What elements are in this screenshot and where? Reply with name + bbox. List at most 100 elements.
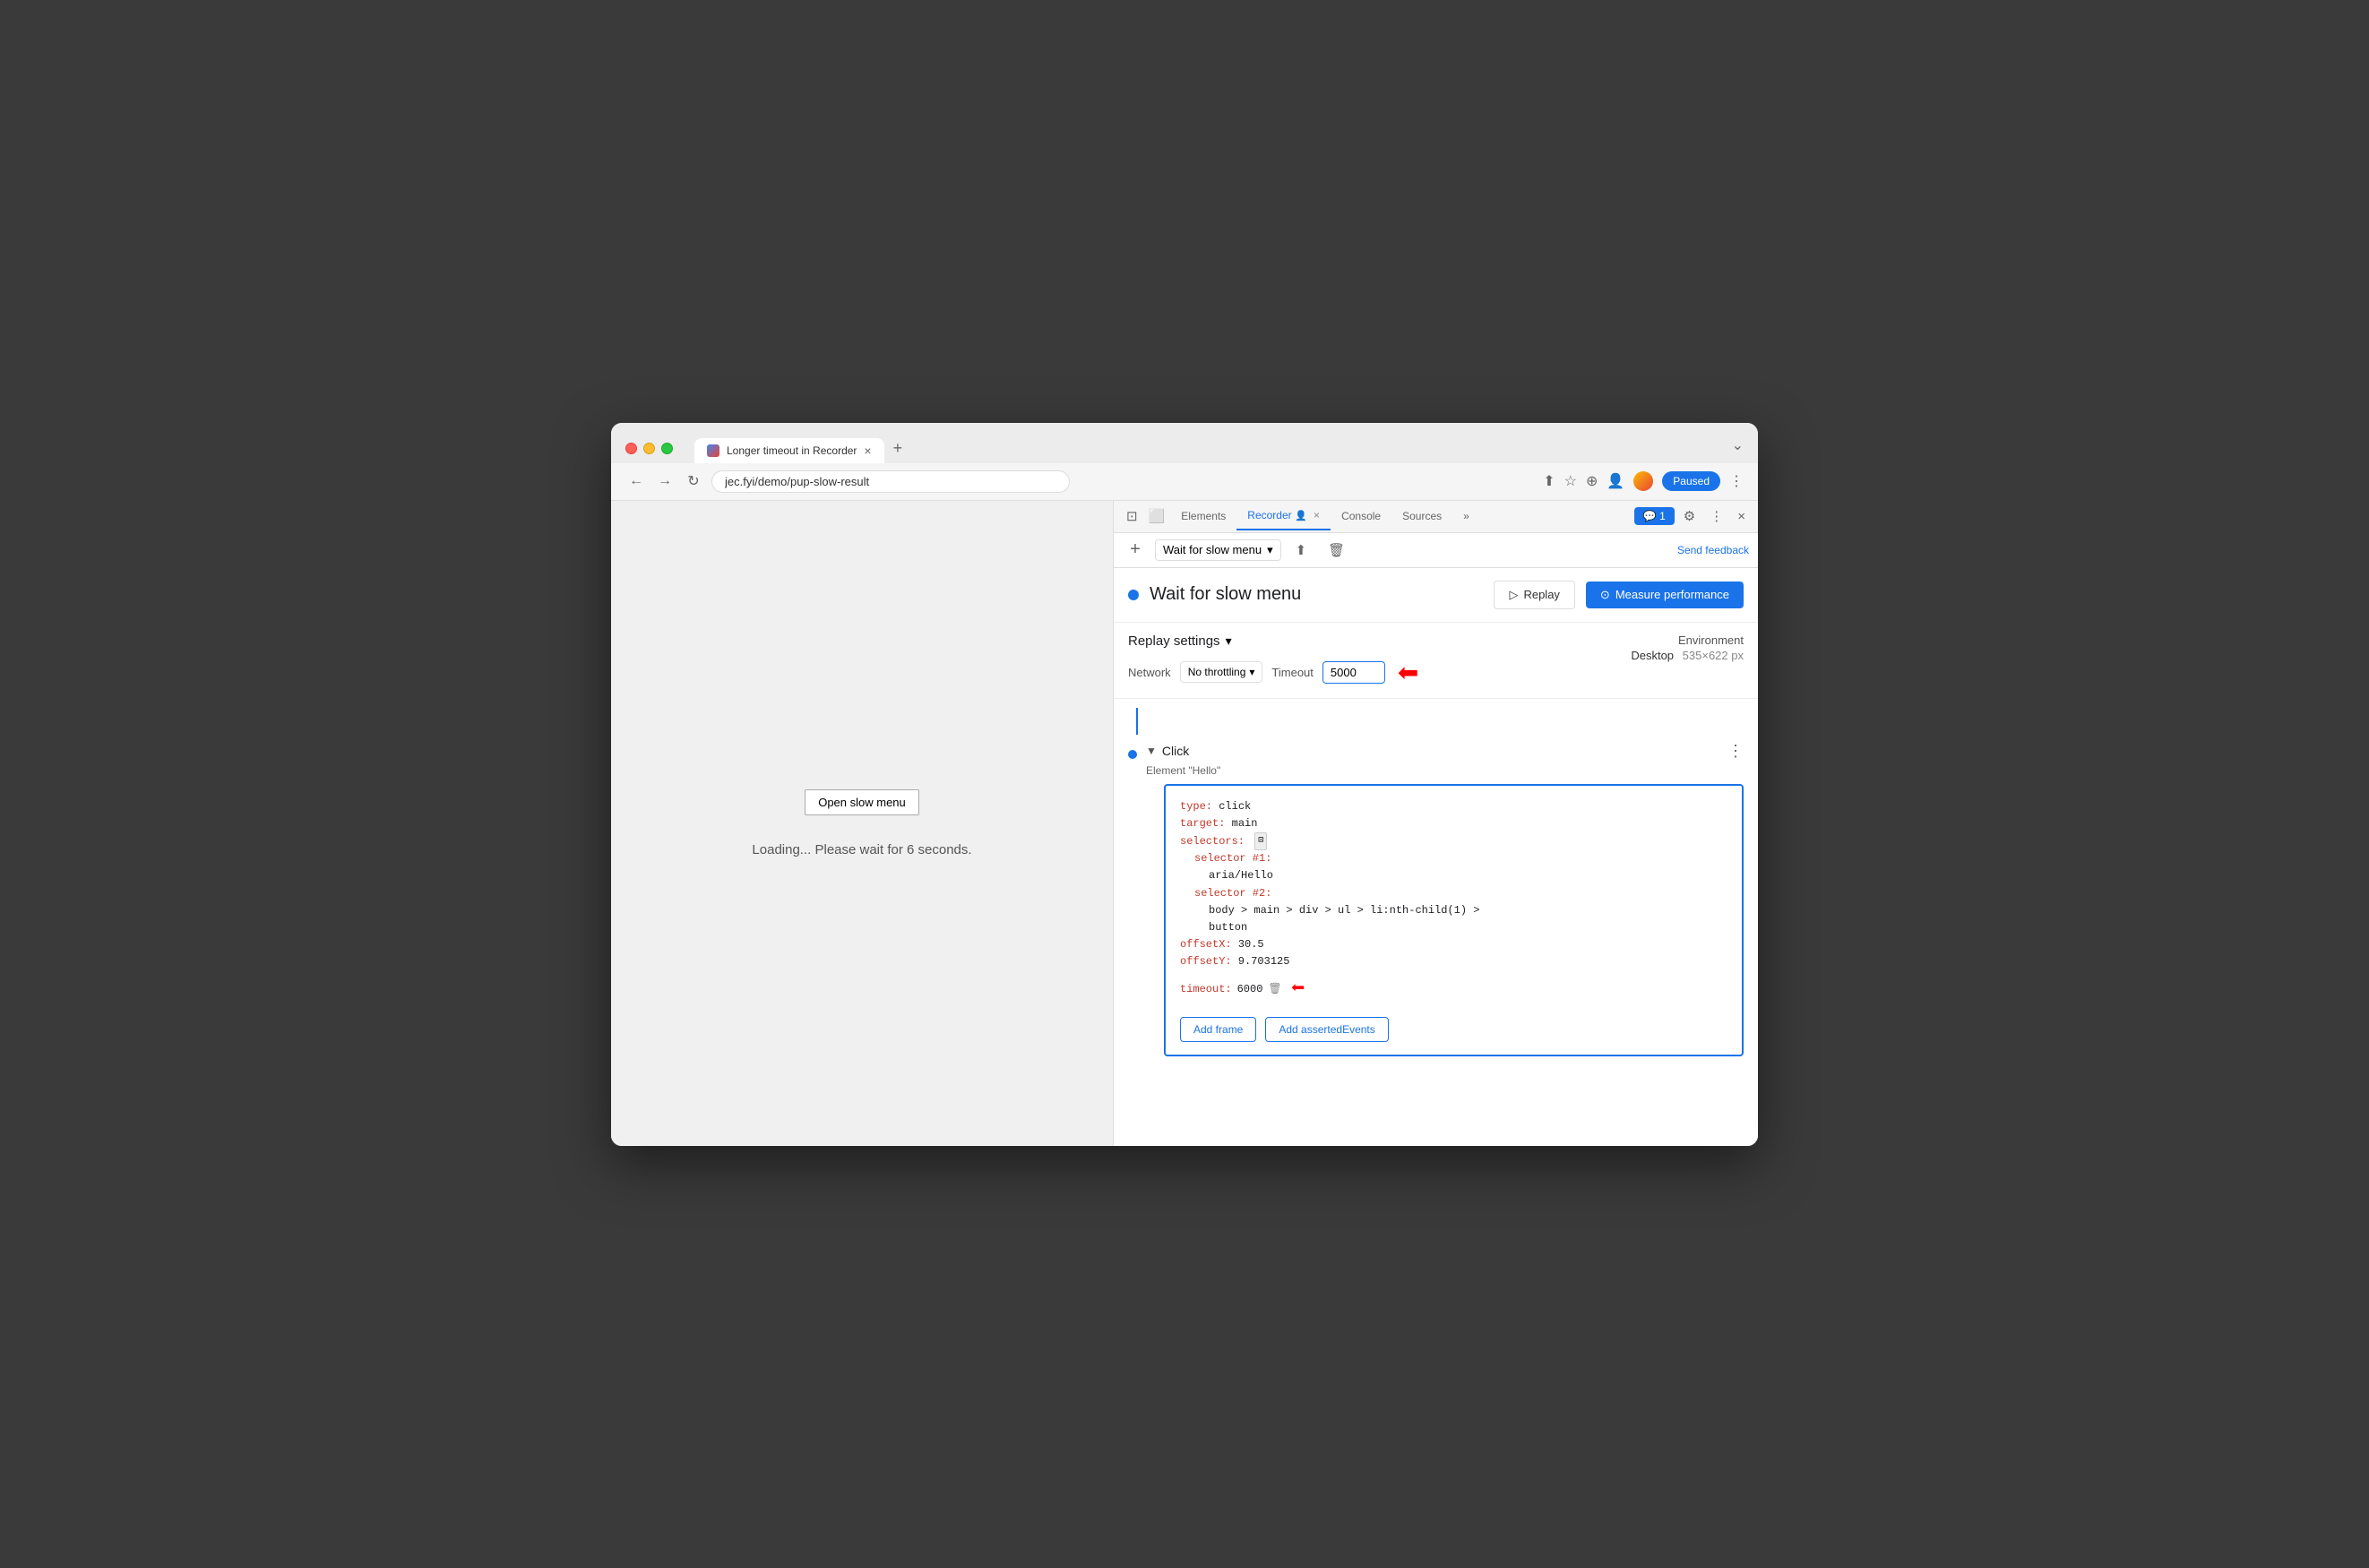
loading-text: Loading... Please wait for 6 seconds. [752, 842, 971, 857]
click-step: ▼ Click ⋮ Element "Hello" type: click ta… [1114, 735, 1758, 1064]
share-icon[interactable]: ⬆ [1543, 472, 1555, 490]
recording-status-dot [1128, 590, 1139, 600]
replay-title-row: Replay settings ▾ [1128, 633, 1595, 649]
timeout-red-arrow: ⬅ [1398, 658, 1418, 687]
devtools-tabs-right: 💬 1 ⚙ ⋮ × [1634, 504, 1751, 528]
address-input[interactable] [711, 470, 1070, 493]
code-selector2-line: selector #2: [1194, 885, 1727, 902]
traffic-lights [625, 443, 673, 454]
step-line-area [1114, 699, 1758, 735]
recording-title: Wait for slow menu [1150, 584, 1483, 605]
code-target-line: target: main [1180, 815, 1727, 832]
code-offsetX-line: offsetX: 30.5 [1180, 936, 1727, 953]
extensions-icon[interactable]: ⊕ [1586, 472, 1598, 490]
devtools-close-icon[interactable]: × [1732, 505, 1751, 528]
code-type-line: type: click [1180, 798, 1727, 815]
environment-value: Desktop 535×622 px [1631, 649, 1744, 662]
send-feedback-link[interactable]: Send feedback [1677, 544, 1749, 556]
profile-icon[interactable]: 👤 [1607, 472, 1624, 490]
step-header: ▼ Click ⋮ [1146, 742, 1744, 761]
code-offsetY-line: offsetY: 9.703125 [1180, 953, 1727, 970]
add-asserted-events-button[interactable]: Add assertedEvents [1265, 1017, 1388, 1042]
tab-elements[interactable]: Elements [1170, 503, 1236, 530]
address-bar: ← → ↻ ⬆ ☆ ⊕ 👤 Paused ⋮ [611, 463, 1758, 501]
user-avatar [1633, 471, 1653, 491]
recording-header: Wait for slow menu ▷ Replay ⊙ Measure pe… [1114, 568, 1758, 623]
recorder-tab-close[interactable]: × [1314, 509, 1320, 521]
environment-label: Environment [1631, 633, 1744, 647]
paused-label: Paused [1673, 475, 1710, 487]
step-content: ▼ Click ⋮ Element "Hello" type: click ta… [1146, 742, 1744, 1057]
replay-settings-section: Replay settings ▾ Network No throttling … [1114, 623, 1758, 699]
selector-icon[interactable]: ⊡ [1254, 832, 1267, 850]
step-menu-button[interactable]: ⋮ [1727, 742, 1744, 761]
recording-selector[interactable]: Wait for slow menu ▾ [1155, 539, 1281, 561]
code-selector1-val: aria/Hello [1209, 867, 1727, 884]
timeout-input[interactable] [1322, 661, 1385, 684]
code-timeout-line: timeout: 6000 🗑 ⬅ [1180, 971, 1727, 1009]
replay-settings-title: Replay settings [1128, 633, 1220, 649]
maximize-traffic-light[interactable] [661, 443, 673, 454]
title-bar: Longer timeout in Recorder × + ⌄ [611, 423, 1758, 463]
network-row: Network No throttling ▾ Timeout ⬅ [1128, 658, 1595, 687]
device-icon[interactable]: ⬜ [1143, 504, 1171, 528]
address-bar-right: ⬆ ☆ ⊕ 👤 Paused ⋮ [1543, 471, 1744, 491]
minimize-traffic-light[interactable] [643, 443, 655, 454]
replay-button[interactable]: ▷ Replay [1494, 581, 1574, 609]
settings-icon[interactable]: ⚙ [1678, 504, 1701, 528]
back-button[interactable]: ← [625, 473, 647, 489]
new-tab-button[interactable]: + [884, 434, 912, 463]
measure-performance-button[interactable]: ⊙ Measure performance [1586, 582, 1744, 608]
delete-recording-icon[interactable]: 🗑 [1321, 538, 1352, 562]
recording-steps: ▼ Click ⋮ Element "Hello" type: click ta… [1114, 699, 1758, 1146]
menu-icon[interactable]: ⋮ [1729, 472, 1744, 490]
step-subtitle: Element "Hello" [1146, 764, 1744, 777]
open-slow-menu-button[interactable]: Open slow menu [805, 789, 919, 815]
step-expand-icon[interactable]: ▼ [1146, 745, 1157, 757]
browser-window: Longer timeout in Recorder × + ⌄ ← → ↻ ⬆… [611, 423, 1758, 1146]
notification-button[interactable]: 💬 1 [1634, 507, 1675, 525]
gauge-icon: ⊙ [1600, 588, 1610, 602]
network-chevron-icon: ▾ [1249, 666, 1254, 678]
recording-name: Wait for slow menu [1163, 543, 1262, 556]
inspect-icon[interactable]: ⊡ [1121, 504, 1143, 528]
environment-section: Environment Desktop 535×622 px [1595, 633, 1744, 662]
tab-console[interactable]: Console [1331, 503, 1391, 530]
timeout-value-red-arrow: ⬅ [1291, 971, 1305, 1009]
tab-recorder[interactable]: Recorder 👤 × [1236, 502, 1331, 530]
reload-button[interactable]: ↻ [683, 472, 704, 490]
play-icon: ▷ [1509, 588, 1518, 602]
code-action-buttons: Add frame Add assertedEvents [1180, 1017, 1727, 1042]
active-tab[interactable]: Longer timeout in Recorder × [694, 438, 884, 463]
forward-button[interactable]: → [654, 473, 676, 489]
tab-more[interactable]: » [1452, 503, 1480, 530]
network-throttling-select[interactable]: No throttling ▾ [1180, 661, 1263, 683]
step-code-block: type: click target: main selectors: ⊡ se… [1164, 784, 1744, 1057]
delete-timeout-icon[interactable]: 🗑 [1268, 981, 1281, 998]
chevron-down-icon: ▾ [1267, 543, 1273, 557]
bookmark-icon[interactable]: ☆ [1564, 472, 1577, 490]
recorder-toolbar: + Wait for slow menu ▾ ⬆ 🗑 Send feedback [1114, 533, 1758, 568]
devtools-menu-icon[interactable]: ⋮ [1704, 504, 1728, 528]
replay-settings-left: Replay settings ▾ Network No throttling … [1128, 633, 1595, 687]
code-selector2-val2: button [1209, 919, 1727, 936]
tab-bar: Longer timeout in Recorder × + [694, 434, 1725, 463]
paused-button[interactable]: Paused [1662, 471, 1720, 491]
tab-close-button[interactable]: × [864, 444, 871, 458]
devtools-tabs: ⊡ ⬜ Elements Recorder 👤 × Console Source… [1114, 501, 1758, 533]
add-frame-button[interactable]: Add frame [1180, 1017, 1256, 1042]
timeout-label: Timeout [1271, 666, 1313, 679]
close-traffic-light[interactable] [625, 443, 637, 454]
window-controls-right: ⌄ [1732, 436, 1744, 460]
step-indicator-dot [1128, 750, 1137, 759]
code-selectors-line: selectors: ⊡ [1180, 832, 1727, 850]
step-type-label: Click [1162, 744, 1189, 758]
devtools-panel: ⊡ ⬜ Elements Recorder 👤 × Console Source… [1113, 501, 1758, 1146]
tab-title: Longer timeout in Recorder [727, 444, 857, 457]
step-connector-line [1136, 708, 1138, 735]
replay-settings-dropdown-icon[interactable]: ▾ [1226, 633, 1232, 649]
code-selector1-line: selector #1: [1194, 850, 1727, 867]
export-icon[interactable]: ⬆ [1288, 538, 1314, 562]
tab-sources[interactable]: Sources [1391, 503, 1452, 530]
add-recording-button[interactable]: + [1123, 539, 1148, 560]
